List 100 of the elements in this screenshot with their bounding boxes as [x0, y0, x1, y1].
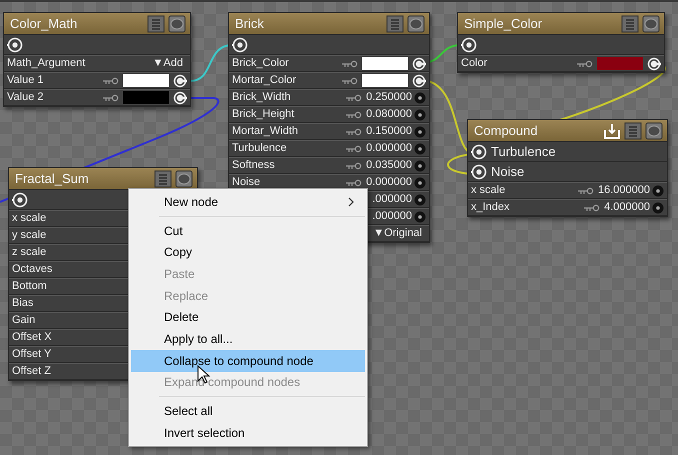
- preview-icon[interactable]: [642, 14, 660, 32]
- parameter-label: z scale: [12, 245, 46, 260]
- parameter-value[interactable]: 0.035000: [366, 157, 412, 174]
- menu-item[interactable]: Copy: [131, 241, 365, 264]
- parameter-label: Softness: [232, 158, 275, 174]
- parameter-label: Value 2: [7, 90, 44, 106]
- parameter-label: Gain: [12, 313, 36, 328]
- output-port-icon[interactable]: [412, 74, 426, 88]
- output-port-icon[interactable]: [412, 56, 426, 70]
- parameter-label: Bias: [12, 296, 34, 312]
- input-port-icon[interactable]: [232, 36, 248, 52]
- menu-item[interactable]: Delete: [131, 306, 365, 328]
- node-title: Fractal_Sum: [15, 170, 90, 188]
- parameter-value[interactable]: 0.080000: [366, 106, 412, 123]
- parameter-label: Brick_Width: [232, 90, 291, 106]
- parameter-value[interactable]: 0.000000: [366, 140, 412, 157]
- output-port-icon[interactable]: [173, 74, 187, 88]
- key-icon[interactable]: [577, 60, 593, 68]
- port-dot-icon[interactable]: [414, 194, 426, 206]
- input-port-icon[interactable]: [471, 144, 487, 160]
- color-swatch[interactable]: [362, 74, 408, 87]
- port-dot-icon[interactable]: [414, 160, 426, 172]
- parameter-label: Brick_Color: [232, 56, 289, 72]
- node-title: Color_Math: [10, 14, 78, 33]
- port-dot-icon[interactable]: [414, 108, 426, 120]
- preview-icon[interactable]: [407, 14, 425, 32]
- key-icon[interactable]: [342, 60, 358, 68]
- parameter-label: x_Index: [471, 200, 510, 216]
- key-icon[interactable]: [342, 76, 358, 84]
- port-dot-icon[interactable]: [414, 210, 426, 222]
- parameter-label: Color: [461, 56, 488, 72]
- input-port-icon[interactable]: [12, 192, 28, 208]
- key-icon[interactable]: [346, 178, 362, 186]
- port-dot-icon[interactable]: [414, 176, 426, 188]
- port-dot-icon[interactable]: [652, 184, 664, 196]
- preview-icon[interactable]: [175, 170, 193, 188]
- list-icon[interactable]: [154, 170, 172, 188]
- input-port-icon[interactable]: [461, 36, 477, 52]
- key-icon[interactable]: [346, 94, 362, 102]
- node-title: Compound: [474, 122, 539, 140]
- dropdown-value[interactable]: ▼Add: [152, 55, 183, 72]
- parameter-label: Offset Z: [12, 364, 51, 380]
- parameter-label: Offset X: [12, 330, 52, 346]
- parameter-label: Brick_Height: [232, 107, 294, 122]
- port-dot-icon[interactable]: [414, 126, 426, 138]
- parameter-label: Bottom: [12, 279, 47, 294]
- port-dot-icon[interactable]: [414, 92, 426, 104]
- key-icon[interactable]: [346, 128, 362, 136]
- port-dot-icon[interactable]: [414, 142, 426, 154]
- list-icon[interactable]: [386, 14, 404, 32]
- color-swatch[interactable]: [597, 57, 643, 70]
- key-icon[interactable]: [584, 204, 600, 212]
- parameter-value[interactable]: 0.150000: [366, 123, 412, 140]
- parameter-value[interactable]: 0.000000: [366, 174, 412, 191]
- export-icon[interactable]: [603, 122, 621, 140]
- parameter-label: Octaves: [12, 262, 52, 278]
- input-label: Noise: [491, 162, 524, 181]
- key-icon[interactable]: [103, 76, 119, 84]
- menu-item[interactable]: Select all: [131, 400, 365, 422]
- parameter-label: Noise: [232, 175, 260, 190]
- parameter-label: Offset Y: [12, 347, 52, 362]
- list-icon[interactable]: [621, 14, 639, 32]
- input-port-icon[interactable]: [7, 36, 23, 52]
- color-swatch[interactable]: [123, 74, 169, 87]
- parameter-value[interactable]: 16.000000: [598, 182, 650, 199]
- preview-icon[interactable]: [168, 14, 186, 32]
- key-icon[interactable]: [578, 186, 594, 194]
- input-port-icon[interactable]: [471, 164, 487, 180]
- menu-item[interactable]: Apply to all...: [131, 328, 365, 350]
- key-icon[interactable]: [346, 144, 362, 152]
- parameter-label: Mortar_Width: [232, 124, 298, 140]
- menu-item[interactable]: Invert selection: [131, 422, 365, 444]
- parameter-label: x scale: [12, 211, 46, 226]
- parameter-label: x scale: [471, 183, 506, 198]
- parameter-label: Turbulence: [232, 141, 287, 156]
- parameter-value[interactable]: 0.250000: [366, 89, 412, 106]
- menu-item[interactable]: Collapse to compound node: [131, 350, 365, 372]
- parameter-value[interactable]: .000000: [372, 208, 412, 225]
- menu-item[interactable]: New node: [131, 191, 365, 213]
- parameter-label: y scale: [12, 228, 46, 244]
- parameter-label: Math_Argument: [7, 56, 86, 72]
- key-icon[interactable]: [346, 110, 362, 118]
- list-icon[interactable]: [147, 14, 165, 32]
- parameter-label: Mortar_Color: [232, 73, 296, 88]
- list-icon[interactable]: [624, 122, 642, 140]
- key-icon[interactable]: [103, 94, 119, 102]
- port-dot-icon[interactable]: [652, 202, 664, 214]
- key-icon[interactable]: [346, 162, 362, 170]
- node-title: Brick: [235, 14, 265, 33]
- output-port-icon[interactable]: [173, 90, 187, 104]
- parameter-value[interactable]: 4.000000: [604, 199, 650, 216]
- menu-item[interactable]: Cut: [131, 220, 365, 242]
- parameter-label: Value 1: [7, 73, 44, 88]
- dropdown-value[interactable]: ▼Original: [373, 225, 422, 242]
- output-port-icon[interactable]: [647, 56, 661, 70]
- parameter-value[interactable]: .000000: [372, 191, 412, 208]
- color-swatch[interactable]: [123, 91, 169, 104]
- input-label: Turbulence: [491, 142, 556, 161]
- preview-icon[interactable]: [645, 122, 663, 140]
- color-swatch[interactable]: [362, 57, 408, 70]
